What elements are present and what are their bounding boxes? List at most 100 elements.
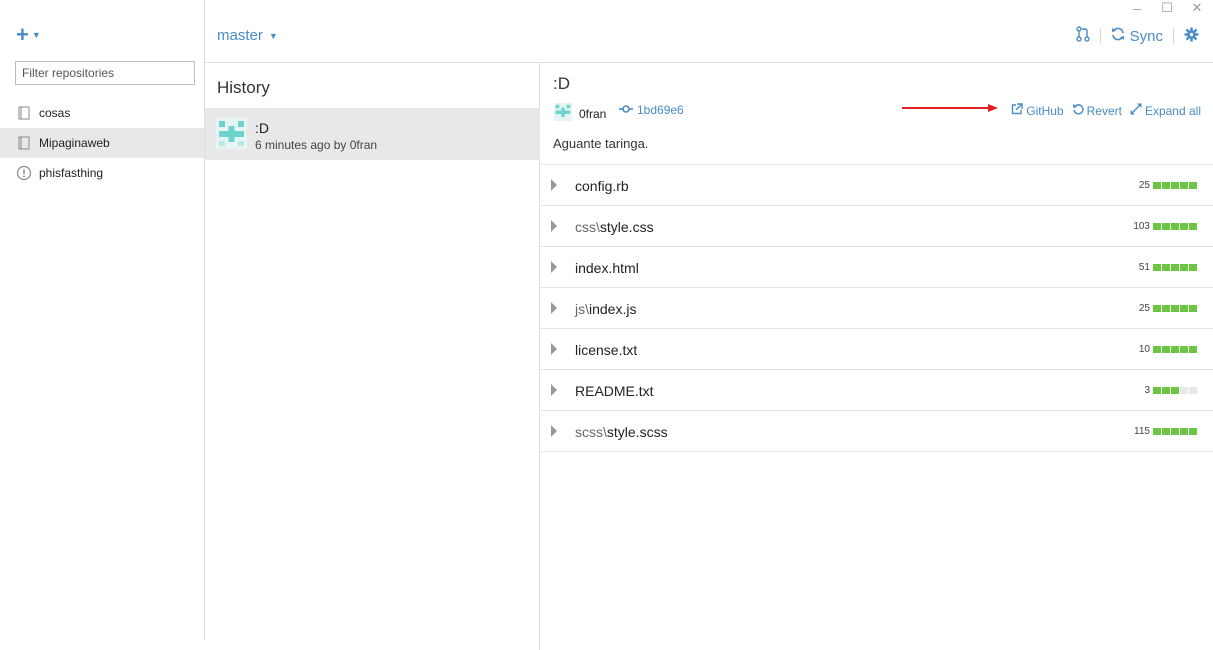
addition-block: [1153, 305, 1161, 312]
file-change-stat: 51: [1139, 262, 1197, 273]
addition-block: [1162, 387, 1170, 394]
file-row[interactable]: scss\style.scss 115: [541, 411, 1213, 452]
change-blocks: [1153, 264, 1197, 271]
addition-block: [1189, 428, 1197, 435]
addition-block: [1180, 305, 1188, 312]
pull-request-button[interactable]: [1075, 26, 1090, 46]
file-dir: css\: [575, 219, 600, 235]
commit-list-item[interactable]: :D 6 minutes ago by 0fran: [205, 108, 540, 160]
github-label: GitHub: [1026, 103, 1064, 118]
change-blocks: [1153, 305, 1197, 312]
addition-block: [1171, 305, 1179, 312]
addition-block: [1153, 346, 1161, 353]
commit-sha-link[interactable]: 1bd69e6: [619, 103, 684, 117]
expand-all-label: Expand all: [1144, 103, 1201, 118]
addition-block: [1162, 428, 1170, 435]
addition-block: [1162, 223, 1170, 230]
file-name: style.css: [599, 219, 654, 235]
file-path: index.html: [575, 260, 639, 276]
repository-sidebar: + ▼ cosas Mipaginaweb phisfasthing: [0, 0, 205, 640]
file-path: css\style.css: [575, 219, 654, 235]
file-change-stat: 25: [1139, 180, 1197, 191]
change-blocks: [1153, 223, 1197, 230]
expand-triangle-icon: [551, 384, 557, 396]
file-name: license.txt: [575, 342, 638, 358]
file-row[interactable]: js\index.js 25: [541, 288, 1213, 329]
addition-block: [1180, 428, 1188, 435]
addition-block: [1189, 223, 1197, 230]
sync-button[interactable]: Sync: [1111, 27, 1163, 45]
file-name: index.js: [589, 301, 637, 317]
change-blocks: [1153, 346, 1197, 353]
empty-block: [1189, 387, 1197, 394]
commit-meta: 6 minutes ago by 0fran: [255, 138, 378, 152]
change-count: 25: [1138, 180, 1150, 191]
close-button[interactable]: ✕: [1189, 0, 1205, 16]
addition-block: [1189, 305, 1197, 312]
maximize-button[interactable]: ☐: [1159, 0, 1175, 16]
addition-block: [1153, 223, 1161, 230]
file-row[interactable]: README.txt 3: [541, 370, 1213, 411]
file-name: config.rb: [575, 178, 629, 194]
commit-sha: 1bd69e6: [637, 103, 684, 117]
commit-actions: GitHub Revert Expand all: [1011, 103, 1201, 118]
repo-item-mipaginaweb[interactable]: Mipaginaweb: [0, 128, 204, 158]
filter-repositories-input[interactable]: [15, 61, 195, 85]
file-name: README.txt: [575, 383, 654, 399]
expand-triangle-icon: [551, 302, 557, 314]
expand-icon: [1130, 103, 1142, 118]
addition-block: [1162, 182, 1170, 189]
file-dir: scss\: [575, 424, 607, 440]
toolbar-divider: [1099, 28, 1101, 44]
repo-name: Mipaginaweb: [39, 136, 110, 150]
repo-name: cosas: [39, 106, 71, 120]
file-row[interactable]: license.txt 10: [541, 329, 1213, 370]
minimize-button[interactable]: –: [1129, 1, 1145, 16]
repo-item-cosas[interactable]: cosas: [0, 98, 204, 128]
file-row[interactable]: css\style.css 103: [541, 206, 1213, 247]
repo-item-phisfasthing[interactable]: phisfasthing: [0, 158, 204, 188]
addition-block: [1153, 182, 1161, 189]
addition-block: [1180, 223, 1188, 230]
addition-block: [1171, 264, 1179, 271]
empty-block: [1180, 387, 1188, 394]
file-row[interactable]: index.html 51: [541, 247, 1213, 288]
change-count: 3: [1144, 385, 1150, 396]
file-row[interactable]: config.rb 25: [541, 165, 1213, 206]
change-count: 51: [1138, 262, 1150, 273]
file-change-stat: 10: [1139, 344, 1197, 355]
red-arrow-annotation: [902, 104, 998, 112]
external-link-icon: [1011, 103, 1023, 118]
expand-triangle-icon: [551, 425, 557, 437]
file-change-stat: 3: [1144, 385, 1197, 396]
add-repository-button[interactable]: + ▼: [16, 22, 41, 47]
avatar: [216, 118, 247, 149]
branch-selector[interactable]: master ▼: [217, 27, 278, 44]
addition-block: [1153, 387, 1161, 394]
revert-button[interactable]: Revert: [1072, 103, 1122, 118]
open-on-github-button[interactable]: GitHub: [1011, 103, 1064, 118]
commit-detail-panel: :D 0fran 1bd69e6 GitHub Revert Expand al…: [541, 63, 1213, 650]
branch-name: master: [217, 27, 263, 44]
change-count: 10: [1138, 344, 1150, 355]
caret-down-icon: ▼: [31, 30, 41, 40]
expand-triangle-icon: [551, 261, 557, 273]
history-title: History: [217, 78, 270, 97]
file-path: README.txt: [575, 383, 654, 399]
addition-block: [1180, 264, 1188, 271]
book-icon: [16, 105, 32, 121]
gear-icon: [1184, 26, 1199, 46]
expand-triangle-icon: [551, 179, 557, 191]
sync-icon: [1111, 27, 1125, 45]
toolbar-actions: Sync: [1075, 26, 1199, 46]
addition-block: [1189, 346, 1197, 353]
expand-triangle-icon: [551, 220, 557, 232]
plus-icon: +: [16, 22, 29, 47]
settings-button[interactable]: [1184, 26, 1199, 46]
addition-block: [1171, 387, 1179, 394]
addition-block: [1189, 182, 1197, 189]
addition-block: [1162, 346, 1170, 353]
expand-all-button[interactable]: Expand all: [1130, 103, 1201, 118]
warning-circle-icon: [16, 165, 32, 181]
revert-icon: [1072, 103, 1084, 118]
